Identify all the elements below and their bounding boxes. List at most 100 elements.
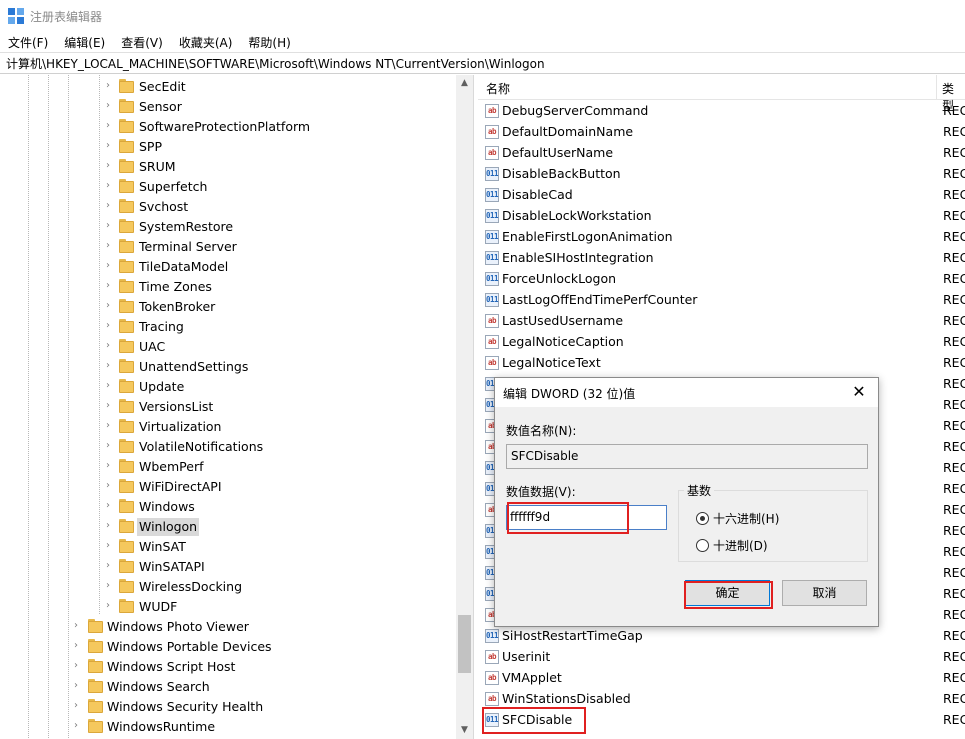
chevron-right-icon[interactable]: ›: [106, 301, 116, 311]
radio-selected-icon[interactable]: [696, 512, 709, 525]
chevron-right-icon[interactable]: ›: [74, 701, 84, 711]
chevron-right-icon[interactable]: ›: [106, 221, 116, 231]
value-row[interactable]: ab LegalNoticeCaption REG: [478, 332, 965, 353]
radio-dec[interactable]: 十进制(D): [696, 537, 768, 554]
chevron-right-icon[interactable]: ›: [106, 401, 116, 411]
address-bar[interactable]: 计算机\HKEY_LOCAL_MACHINE\SOFTWARE\Microsof…: [0, 52, 965, 74]
tree-item[interactable]: › WirelessDocking: [0, 577, 456, 597]
column-separator[interactable]: [936, 75, 937, 100]
tree-item[interactable]: › VolatileNotifications: [0, 437, 456, 457]
chevron-right-icon[interactable]: ›: [106, 521, 116, 531]
tree-item[interactable]: › Winlogon: [0, 517, 456, 537]
chevron-right-icon[interactable]: ›: [106, 581, 116, 591]
tree-item[interactable]: › UnattendSettings: [0, 357, 456, 377]
menu-favorites[interactable]: 收藏夹(A): [171, 34, 241, 51]
chevron-right-icon[interactable]: ›: [106, 361, 116, 371]
chevron-right-icon[interactable]: ›: [106, 121, 116, 131]
chevron-right-icon[interactable]: ›: [106, 81, 116, 91]
tree-item[interactable]: › Terminal Server: [0, 237, 456, 257]
chevron-right-icon[interactable]: ›: [106, 601, 116, 611]
value-row[interactable]: 011 EnableSIHostIntegration REG: [478, 248, 965, 269]
tree-item[interactable]: › WiFiDirectAPI: [0, 477, 456, 497]
chevron-right-icon[interactable]: ›: [106, 141, 116, 151]
value-row[interactable]: 011 DisableLockWorkstation REG: [478, 206, 965, 227]
radio-unselected-icon[interactable]: [696, 539, 709, 552]
menu-view[interactable]: 查看(V): [113, 34, 171, 51]
value-row[interactable]: ab DefaultDomainName REG: [478, 122, 965, 143]
tree-item[interactable]: › WinSAT: [0, 537, 456, 557]
value-row[interactable]: 011 EnableFirstLogonAnimation REG: [478, 227, 965, 248]
value-row[interactable]: 011 LastLogOffEndTimePerfCounter REG: [478, 290, 965, 311]
tree-item[interactable]: › SoftwareProtectionPlatform: [0, 117, 456, 137]
radio-hex[interactable]: 十六进制(H): [696, 510, 779, 527]
tree-item[interactable]: › Virtualization: [0, 417, 456, 437]
tree-item[interactable]: › Windows Photo Viewer: [0, 617, 456, 637]
chevron-right-icon[interactable]: ›: [106, 441, 116, 451]
chevron-right-icon[interactable]: ›: [106, 321, 116, 331]
value-row[interactable]: 011 DisableBackButton REG: [478, 164, 965, 185]
tree-item[interactable]: › Update: [0, 377, 456, 397]
chevron-right-icon[interactable]: ›: [106, 241, 116, 251]
value-row[interactable]: 011 SiHostRestartTimeGap REG: [478, 626, 965, 647]
chevron-right-icon[interactable]: ›: [106, 501, 116, 511]
tree-item[interactable]: › VersionsList: [0, 397, 456, 417]
chevron-right-icon[interactable]: ›: [74, 661, 84, 671]
chevron-right-icon[interactable]: ›: [106, 201, 116, 211]
tree-item[interactable]: › Tracing: [0, 317, 456, 337]
tree-item[interactable]: › Sensor: [0, 97, 456, 117]
scroll-up-icon[interactable]: ▲: [456, 75, 473, 92]
column-name[interactable]: 名称: [486, 80, 510, 97]
value-row[interactable]: ab DebugServerCommand REG: [478, 101, 965, 122]
tree-item[interactable]: › Windows Security Health: [0, 697, 456, 717]
value-row[interactable]: 011 ForceUnlockLogon REG: [478, 269, 965, 290]
tree-item[interactable]: › WinSATAPI: [0, 557, 456, 577]
chevron-right-icon[interactable]: ›: [74, 721, 84, 731]
chevron-right-icon[interactable]: ›: [106, 541, 116, 551]
chevron-right-icon[interactable]: ›: [106, 461, 116, 471]
chevron-right-icon[interactable]: ›: [106, 561, 116, 571]
tree-item[interactable]: › Svchost: [0, 197, 456, 217]
chevron-right-icon[interactable]: ›: [74, 681, 84, 691]
tree-item[interactable]: › Windows Search: [0, 677, 456, 697]
scroll-down-icon[interactable]: ▼: [456, 722, 473, 739]
chevron-right-icon[interactable]: ›: [106, 281, 116, 291]
tree-item[interactable]: › WbemPerf: [0, 457, 456, 477]
tree-item[interactable]: › UAC: [0, 337, 456, 357]
value-row[interactable]: ab Userinit REG: [478, 647, 965, 668]
tree-item[interactable]: › Windows Portable Devices: [0, 637, 456, 657]
chevron-right-icon[interactable]: ›: [106, 101, 116, 111]
chevron-right-icon[interactable]: ›: [106, 381, 116, 391]
tree-item[interactable]: › WindowsRuntime: [0, 717, 456, 737]
chevron-right-icon[interactable]: ›: [106, 481, 116, 491]
chevron-right-icon[interactable]: ›: [106, 421, 116, 431]
scroll-thumb[interactable]: [458, 615, 471, 673]
value-row[interactable]: ab VMApplet REG: [478, 668, 965, 689]
tree-item[interactable]: › Windows: [0, 497, 456, 517]
value-row[interactable]: ab LegalNoticeText REG: [478, 353, 965, 374]
menu-edit[interactable]: 编辑(E): [56, 34, 113, 51]
menu-file[interactable]: 文件(F): [0, 34, 56, 51]
tree-item[interactable]: › SecEdit: [0, 77, 456, 97]
tree-item[interactable]: › TokenBroker: [0, 297, 456, 317]
chevron-right-icon[interactable]: ›: [106, 161, 116, 171]
tree-item[interactable]: › TileDataModel: [0, 257, 456, 277]
menu-help[interactable]: 帮助(H): [240, 34, 298, 51]
tree-item[interactable]: › SPP: [0, 137, 456, 157]
chevron-right-icon[interactable]: ›: [106, 341, 116, 351]
tree-item[interactable]: › Windows Script Host: [0, 657, 456, 677]
value-row[interactable]: ab DefaultUserName REG: [478, 143, 965, 164]
value-row[interactable]: ab LastUsedUsername REG: [478, 311, 965, 332]
tree-item[interactable]: › Time Zones: [0, 277, 456, 297]
tree-item[interactable]: › Superfetch: [0, 177, 456, 197]
tree-scrollbar[interactable]: ▲ ▼: [456, 75, 473, 739]
tree-item[interactable]: › SRUM: [0, 157, 456, 177]
tree-item[interactable]: › WUDF: [0, 597, 456, 617]
value-row[interactable]: 011 DisableCad REG: [478, 185, 965, 206]
chevron-right-icon[interactable]: ›: [74, 641, 84, 651]
tree-item[interactable]: › SystemRestore: [0, 217, 456, 237]
chevron-right-icon[interactable]: ›: [74, 621, 84, 631]
tree-pane[interactable]: › SecEdit › Sensor › SoftwareProtectionPlatfo…: [0, 75, 474, 739]
cancel-button[interactable]: 取消: [782, 580, 867, 606]
close-icon[interactable]: ✕: [844, 380, 874, 404]
chevron-right-icon[interactable]: ›: [106, 181, 116, 191]
